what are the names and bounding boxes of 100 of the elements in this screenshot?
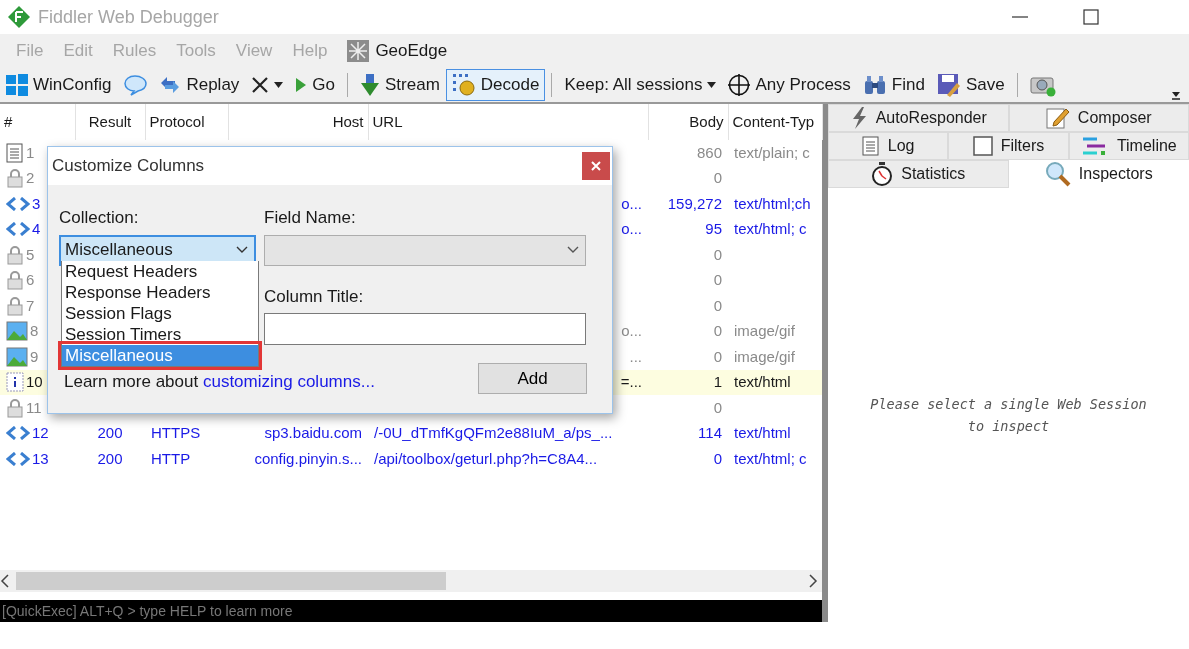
column-header[interactable]: Body [648, 104, 728, 140]
table-cell: 200 [97, 449, 123, 467]
windows-logo-icon [6, 74, 28, 96]
horizontal-scrollbar[interactable] [0, 570, 822, 592]
table-cell: 0 [713, 347, 722, 365]
table-cell: 159,272 [667, 194, 722, 212]
picture-icon [6, 346, 28, 367]
row-number: 3 [32, 193, 41, 214]
field-label: Column Title: [264, 285, 365, 308]
table-cell: image/gif [734, 347, 795, 365]
tab[interactable]: Timeline [1068, 132, 1189, 160]
row-number: 11 [26, 397, 42, 418]
scrollbar-thumb[interactable] [16, 572, 446, 590]
caret-icon [707, 82, 717, 88]
table-cell: text/html [734, 424, 791, 441]
scroll-right-icon [808, 574, 818, 588]
table-cell: 0 [713, 322, 722, 339]
table-cell: 114 [698, 424, 722, 441]
table-cell: 0 [713, 398, 722, 416]
column-header[interactable]: Protocol [145, 104, 228, 140]
row-number: 4 [32, 219, 41, 239]
table-cell: 0 [713, 245, 722, 263]
decode-icon [451, 73, 476, 97]
table-cell: ... [629, 347, 642, 365]
tab[interactable]: Composer [1008, 104, 1189, 132]
stopwatch-icon [871, 162, 894, 186]
tab[interactable]: Log [828, 132, 949, 160]
column-title-field[interactable] [264, 313, 586, 345]
column-header[interactable]: Host [228, 104, 368, 140]
help-link[interactable]: customizing columns... [202, 372, 375, 391]
toolbar-button[interactable]: Go [289, 69, 342, 101]
tab[interactable]: Statistics [828, 160, 1009, 188]
angle-brackets-icon [6, 451, 30, 466]
dropdown-option[interactable]: Session Timers [62, 324, 258, 345]
toolbar-button[interactable]: Find [856, 69, 931, 101]
table-cell: text/plain; c [734, 143, 810, 161]
magnifying-glass-icon [1044, 161, 1071, 187]
burst-icon [347, 40, 370, 62]
dialog-title: Customize Columns [52, 155, 205, 178]
toolbar-button[interactable]: WinConfig [0, 69, 118, 101]
field-label: Field Name: [264, 207, 357, 229]
table-cell: 95 [705, 220, 722, 237]
add-button[interactable]: Add [478, 363, 587, 394]
notepad-pencil-icon [1045, 106, 1070, 130]
table-cell: =... [620, 373, 642, 390]
angle-brackets-icon [6, 196, 30, 211]
row-number: 6 [26, 270, 35, 290]
toolbar-button[interactable]: Any Process [722, 69, 857, 101]
document-icon [6, 142, 24, 163]
table-cell: HTTP [151, 449, 191, 467]
toolbar-button[interactable]: Decode [445, 69, 546, 101]
tab[interactable]: Inspectors [1008, 160, 1189, 188]
table-cell: /-0U_dTmfKgQFm2e88IuM_a/ps_... [374, 424, 613, 441]
angle-brackets-icon [6, 426, 30, 441]
row-number: 1 [26, 142, 35, 163]
maximize-icon [1083, 9, 1099, 25]
table-cell: sp3.baidu.com [264, 424, 362, 441]
tab[interactable]: Filters [948, 132, 1069, 160]
close-icon [591, 161, 601, 171]
padlock-icon [6, 168, 24, 189]
padlock-icon [6, 295, 24, 316]
column-header[interactable]: Result [75, 104, 145, 140]
table-cell: 0 [713, 271, 722, 288]
help-text: Learn more about customizing columns... [64, 371, 375, 393]
table-cell: /api/toolbox/geturl.php?h=C8A4... [374, 449, 598, 467]
play-icon [295, 77, 308, 93]
quickexec-field[interactable]: [QuickExec] ALT+Q > type HELP to learn more [0, 600, 822, 622]
toolbar-button[interactable]: Keep: All sessions [558, 69, 723, 101]
padlock-icon [6, 244, 24, 265]
dropdown-option[interactable]: Response Headers [62, 282, 258, 303]
info-icon [6, 372, 24, 393]
window-title: Fiddler Web Debugger [38, 5, 219, 29]
row-number: 13 [32, 448, 49, 469]
tab[interactable]: AutoResponder [828, 104, 1009, 132]
toolbar-button[interactable]: Stream [354, 69, 446, 101]
padlock-icon [6, 397, 24, 418]
row-number: 5 [26, 244, 35, 265]
chevron-down-icon [567, 246, 579, 254]
empty-state-message: Please select a single Web Session to inspect [869, 395, 1148, 436]
table-cell: 1 [713, 373, 722, 390]
row-number: 2 [26, 168, 35, 188]
dropdown-option[interactable]: Session Flags [62, 303, 258, 324]
close-button[interactable] [582, 152, 610, 180]
cross-icon [251, 76, 270, 94]
column-header[interactable]: # [0, 104, 75, 140]
speech-bubble-icon [123, 74, 148, 96]
minimize-icon [1012, 16, 1028, 18]
scroll-left-icon [0, 574, 10, 588]
menu-item[interactable]: GeoEdge [375, 38, 448, 64]
column-header[interactable]: URL [368, 104, 648, 140]
toolbar-button[interactable]: Save [930, 69, 1011, 101]
caret-icon [274, 82, 284, 88]
toolbar-button[interactable]: Replay [153, 69, 246, 101]
column-header[interactable]: Content-Typ [728, 104, 822, 140]
table-cell: o... [621, 220, 642, 237]
table-cell: o... [621, 322, 642, 339]
table-cell: text/html;ch [734, 194, 811, 212]
table-cell: config.pinyin.s... [254, 449, 362, 467]
table-cell: HTTPS [151, 424, 201, 441]
chevron-down-icon [236, 246, 248, 254]
